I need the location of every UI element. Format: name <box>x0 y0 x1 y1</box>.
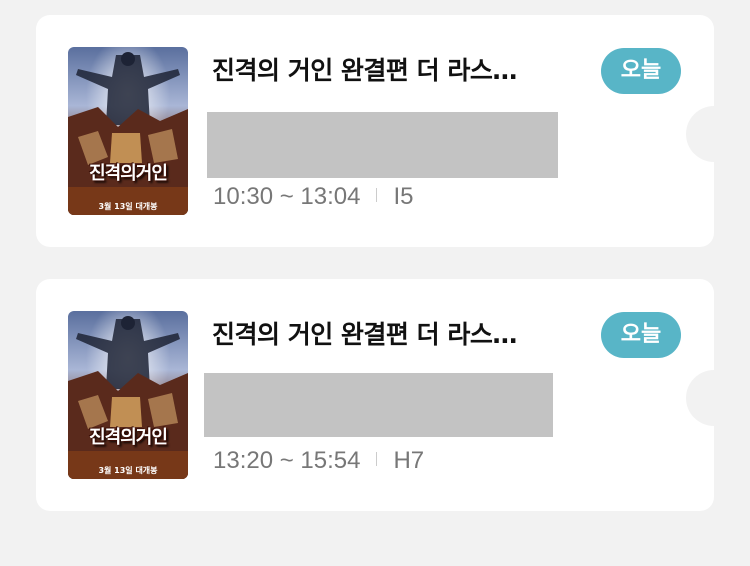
redacted-block <box>204 373 553 437</box>
ticket-notch <box>686 106 742 162</box>
today-badge: 오늘 <box>601 312 681 358</box>
divider <box>376 452 378 466</box>
movie-poster: 진격의거인 3월 13일 대개봉 <box>68 311 188 479</box>
redacted-block <box>207 112 558 178</box>
today-badge: 오늘 <box>601 48 681 94</box>
seat-number: I5 <box>393 183 414 210</box>
divider <box>376 188 378 202</box>
movie-title: 진격의 거인 완결편 더 라스… <box>212 56 517 85</box>
poster-title: 진격의거인 <box>89 427 168 448</box>
ticket-notch <box>686 370 742 426</box>
ticket-card[interactable]: 진격의거인 3월 13일 대개봉 진격의 거인 완결편 더 라스… 오늘 13:… <box>36 279 742 511</box>
movie-poster: 진격의거인 3월 13일 대개봉 <box>68 47 188 215</box>
ticket-card[interactable]: 진격의거인 3월 13일 대개봉 진격의 거인 완결편 더 라스… 오늘 10:… <box>36 15 742 247</box>
seat-number: H7 <box>393 447 425 474</box>
showtime-info: 13:20 ~ 15:54 H7 <box>213 447 424 475</box>
poster-release-date: 3월 13일 대개봉 <box>98 466 158 475</box>
poster-title: 진격의거인 <box>89 163 168 184</box>
movie-title: 진격의 거인 완결편 더 라스… <box>212 320 517 349</box>
poster-release-date: 3월 13일 대개봉 <box>98 202 158 211</box>
showtime-range: 10:30 ~ 13:04 <box>213 183 361 210</box>
showtime-info: 10:30 ~ 13:04 I5 <box>213 183 413 211</box>
showtime-range: 13:20 ~ 15:54 <box>213 447 361 474</box>
